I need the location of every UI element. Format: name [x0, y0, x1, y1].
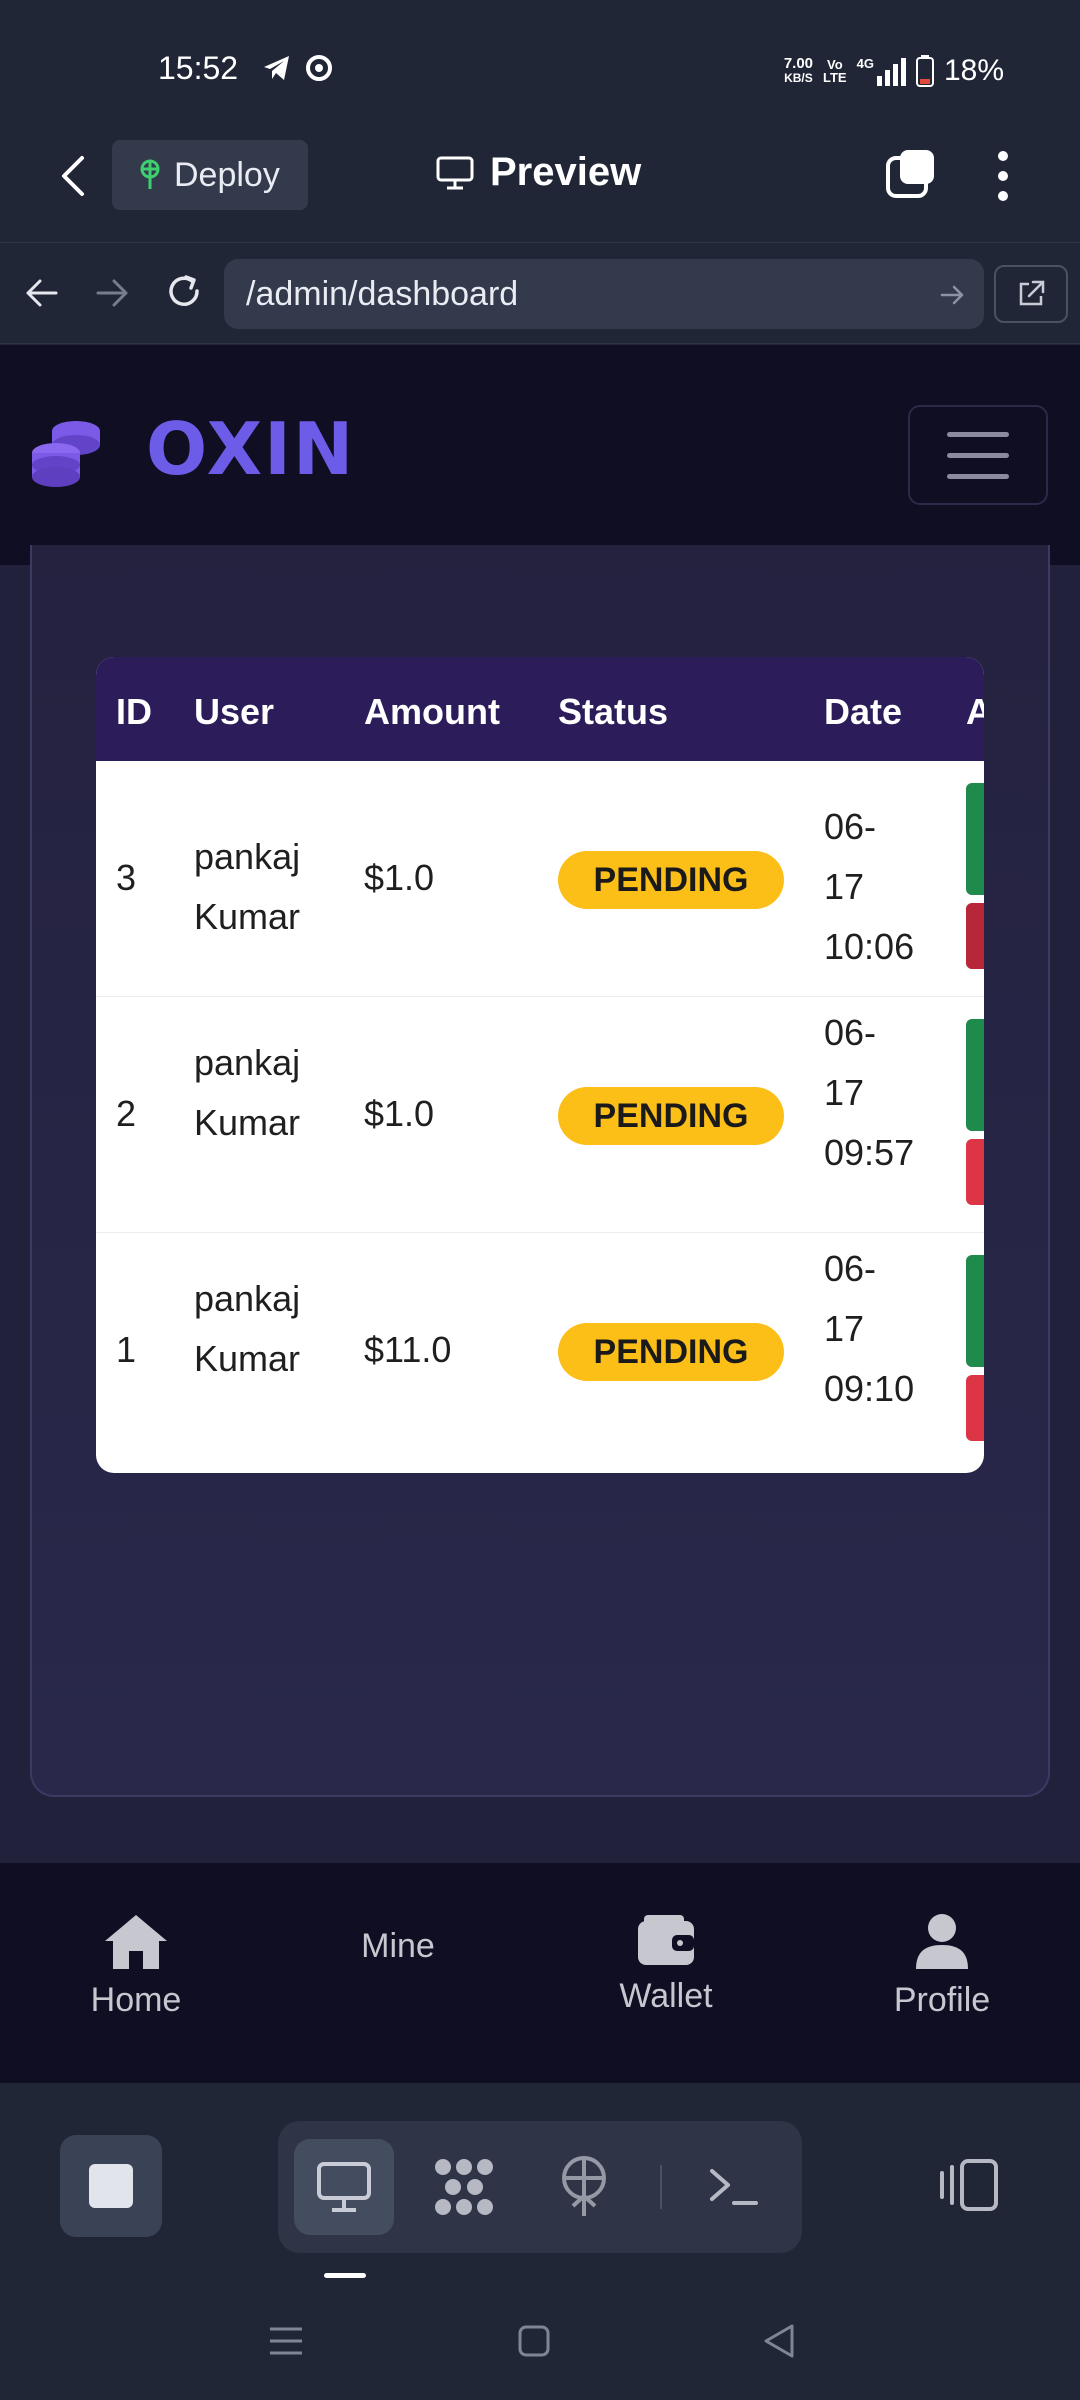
cell-date: 06- 17 09:10 [824, 1248, 915, 1409]
home-icon [105, 1915, 167, 1969]
grid-blobs-icon [435, 2159, 493, 2215]
cell-id: 1 [116, 1329, 137, 1370]
cell-user: pankaj Kumar [194, 836, 301, 937]
status-bar: 15:52 7.00 KB/S Vo LTE 4G 18% [0, 0, 1080, 140]
brand-logo[interactable]: OXIN [146, 407, 355, 491]
menu-icon-bar [947, 431, 1009, 437]
wallet-icon [638, 1915, 694, 1965]
approve-button[interactable] [966, 1019, 984, 1131]
nav-wallet[interactable]: Wallet [566, 1913, 766, 2016]
header-date: Date [824, 691, 903, 732]
menu-icon-bar [947, 473, 1009, 479]
device-frame-icon[interactable] [936, 2157, 1000, 2213]
site-bottom-nav: Home Mine Wallet Profile [0, 1863, 1080, 2083]
cell-date: 06- 17 10:06 [824, 806, 915, 967]
header-actions: A [966, 691, 984, 732]
deploy-button[interactable]: Deploy [112, 140, 308, 210]
nav-mine[interactable]: Mine [298, 1927, 498, 1966]
system-nav-bar [0, 2283, 1080, 2400]
back-arrow-icon[interactable] [58, 154, 88, 198]
terminal-icon [710, 2169, 758, 2205]
nav-home[interactable]: Home [36, 1913, 236, 2020]
back-button-icon[interactable] [762, 2323, 796, 2359]
preview-title: Preview [436, 150, 641, 195]
cell-user: pankaj Kumar [194, 1278, 301, 1379]
net-speed: 7.00 KB/S [783, 55, 814, 85]
deploy-icon [562, 2156, 606, 2216]
signal-icon: 4G [857, 56, 906, 86]
clock: 15:52 [158, 50, 239, 86]
go-arrow-icon[interactable] [940, 283, 964, 307]
cell-amount: $11.0 [364, 1329, 452, 1370]
reject-button[interactable] [966, 1375, 984, 1441]
view-switcher [278, 2121, 802, 2253]
user-icon [916, 1914, 968, 1969]
approve-button[interactable] [966, 1255, 984, 1367]
cell-amount: $1.0 [364, 857, 435, 898]
preview-app-bar: Deploy Preview [0, 140, 1080, 240]
external-link-icon [1019, 280, 1045, 306]
terminal-tab[interactable] [684, 2139, 784, 2235]
status-badge: PENDING [558, 851, 784, 909]
nav-profile[interactable]: Profile [842, 1913, 1042, 2020]
header-id: ID [116, 691, 152, 732]
cell-amount: $1.0 [364, 1093, 435, 1134]
table-header: ID User Amount Status Date A [96, 657, 984, 761]
deploy-label: Deploy [174, 155, 280, 194]
more-vert-icon[interactable] [994, 148, 1012, 204]
tabs-icon[interactable] [884, 148, 936, 200]
site-viewport: OXIN ID User Amount Status Date A 3 pank… [0, 345, 1080, 1863]
stop-icon [89, 2164, 133, 2208]
open-external-button[interactable] [994, 265, 1068, 323]
home-button-icon[interactable] [518, 2325, 550, 2357]
cell-id: 3 [116, 857, 137, 898]
telegram-icon [264, 56, 289, 80]
chrome-icon [306, 55, 332, 81]
status-badge: PENDING [558, 1323, 784, 1381]
url-row: /admin/dashboard [0, 242, 1080, 344]
monitor-icon [436, 156, 474, 189]
approve-button[interactable] [966, 783, 984, 895]
status-badge: PENDING [558, 1087, 784, 1145]
reject-button[interactable] [966, 1139, 984, 1205]
active-tab-indicator [324, 2273, 366, 2278]
menu-toggle-button[interactable] [908, 405, 1048, 505]
cell-id: 2 [116, 1093, 137, 1134]
cell-date: 06- 17 09:57 [824, 1012, 915, 1173]
battery-icon [915, 55, 934, 87]
menu-icon-bar [947, 452, 1009, 458]
stop-button[interactable] [60, 2135, 162, 2237]
toolbar-divider [660, 2165, 662, 2209]
ide-toolbar [0, 2083, 1080, 2283]
url-input[interactable]: /admin/dashboard [224, 259, 984, 329]
table-row: 1 pankaj Kumar $11.0 PENDING 06- 17 09:10 [96, 1233, 984, 1469]
nav-forward-icon[interactable] [94, 275, 130, 311]
recents-icon[interactable] [268, 2325, 304, 2357]
withdrawals-table: ID User Amount Status Date A 3 pankaj Kum… [96, 657, 984, 1473]
header-amount: Amount [364, 691, 500, 732]
header-status: Status [558, 691, 669, 732]
header-user: User [194, 691, 275, 732]
components-tab[interactable] [414, 2139, 514, 2235]
site-navbar: OXIN [0, 345, 1080, 565]
reject-button[interactable] [966, 903, 984, 969]
table-row: 3 pankaj Kumar $1.0 PENDING 06- 17 10:06 [96, 761, 984, 997]
preview-tab[interactable] [294, 2139, 394, 2235]
table-row: 2 pankaj Kumar $1.0 PENDING 06- 17 09:57 [96, 997, 984, 1233]
nav-back-icon[interactable] [24, 275, 60, 311]
battery-level: 18% [943, 54, 1004, 87]
deploy-icon [140, 159, 160, 189]
coins-logo-icon [32, 421, 100, 487]
deploy-tab[interactable] [534, 2139, 634, 2235]
reload-icon[interactable] [164, 271, 204, 311]
cell-user: pankaj Kumar [194, 1042, 301, 1143]
url-text: /admin/dashboard [246, 275, 519, 313]
monitor-icon [317, 2162, 371, 2212]
volte-indicator: Vo LTE [823, 57, 847, 85]
